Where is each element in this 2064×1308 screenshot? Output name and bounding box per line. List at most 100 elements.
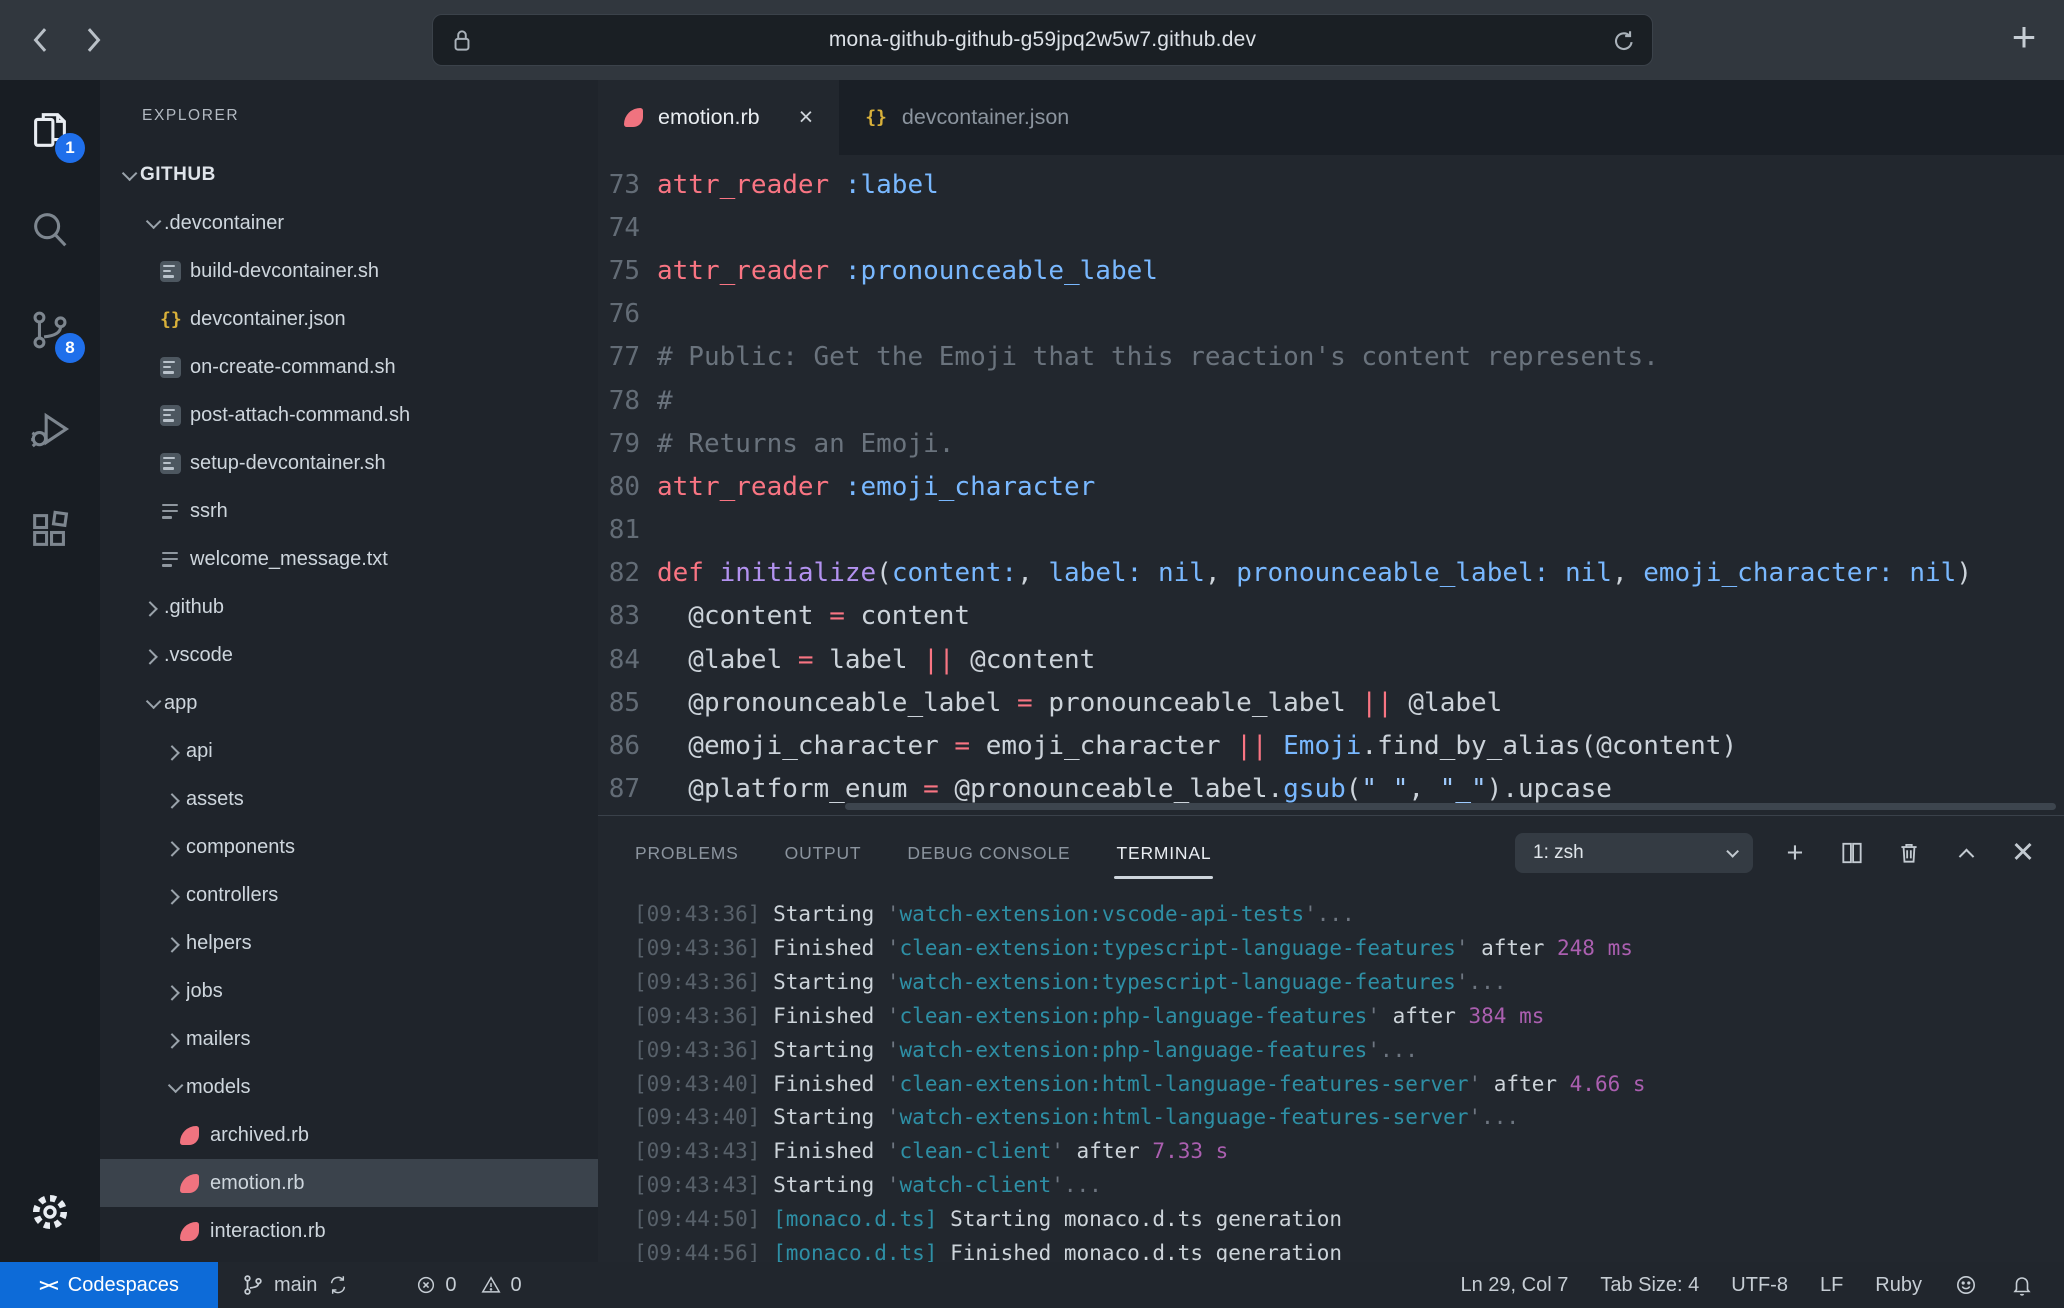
tree-item-interaction.rb[interactable]: interaction.rb xyxy=(100,1207,598,1255)
panel-tab-problems[interactable]: PROBLEMS xyxy=(635,816,739,890)
code-text: @pronounceable_label = pronounceable_lab… xyxy=(657,688,1502,718)
json-file-icon: {} xyxy=(160,309,190,330)
tree-item-GITHUB[interactable]: GITHUB xyxy=(100,151,598,199)
tree-item-on-create-command.sh[interactable]: on-create-command.sh xyxy=(100,343,598,391)
code-lines: 73attr_reader :label 74 75 attr_reader :pro… xyxy=(598,163,2064,815)
panel-tab-terminal[interactable]: TERMINAL xyxy=(1116,816,1211,890)
terminal-shell-select[interactable]: 1: zsh xyxy=(1515,833,1753,873)
tree-item-emotion.rb[interactable]: emotion.rb xyxy=(100,1159,598,1207)
code-line: 73attr_reader :label xyxy=(598,163,2064,206)
tree-item-.vscode[interactable]: .vscode xyxy=(100,631,598,679)
terminal-line: [09:43:43] Starting 'watch-client'... xyxy=(634,1169,2064,1203)
tree-item-setup-devcontainer.sh[interactable]: setup-devcontainer.sh xyxy=(100,439,598,487)
tree-item-ssrh[interactable]: ssrh xyxy=(100,487,598,535)
code-text: @emoji_character = emoji_character || Em… xyxy=(657,731,1737,761)
language-mode-status[interactable]: Ruby xyxy=(1875,1274,1922,1297)
code-line: 74 xyxy=(598,206,2064,249)
panel-tab-output[interactable]: OUTPUT xyxy=(785,816,862,890)
browser-back-button[interactable] xyxy=(24,23,58,57)
eol-status[interactable]: LF xyxy=(1820,1274,1843,1297)
tree-item-label: app xyxy=(164,692,197,715)
code-line: 80attr_reader :emoji_character xyxy=(598,465,2064,508)
tree-item-label: build-devcontainer.sh xyxy=(190,260,379,283)
chevron-down-icon xyxy=(138,218,164,229)
kill-terminal-trash-button[interactable] xyxy=(1894,838,1924,868)
code-line: 88 xyxy=(598,811,2064,815)
tab-devcontainer-json[interactable]: {} devcontainer.json xyxy=(839,80,1095,155)
explorer-badge: 1 xyxy=(55,133,85,163)
maximize-panel-button[interactable] xyxy=(1951,838,1981,868)
code-text: @label = label || @content xyxy=(657,645,1095,675)
terminal-output[interactable]: [09:43:36] Starting 'watch-extension:vsc… xyxy=(598,890,2064,1262)
tree-item-components[interactable]: components xyxy=(100,823,598,871)
activity-bar: 1 8 xyxy=(0,80,100,1262)
terminal-line: [09:43:43] Finished 'clean-client' after… xyxy=(634,1135,2064,1169)
encoding-status[interactable]: UTF-8 xyxy=(1731,1274,1788,1297)
terminal-line: [09:43:40] Starting 'watch-extension:htm… xyxy=(634,1101,2064,1135)
tree-item-label: .devcontainer xyxy=(164,212,284,235)
tab-size-status[interactable]: Tab Size: 4 xyxy=(1600,1274,1699,1297)
tree-item-devcontainer.json[interactable]: {}devcontainer.json xyxy=(100,295,598,343)
tree-item-mailers[interactable]: mailers xyxy=(100,1015,598,1063)
tree-item-.github[interactable]: .github xyxy=(100,583,598,631)
problems-status-button[interactable]: 0 0 xyxy=(415,1274,521,1297)
code-line: 83 @content = content xyxy=(598,595,2064,638)
extensions-activity-button[interactable] xyxy=(0,480,100,580)
close-tab-icon[interactable]: × xyxy=(799,105,814,130)
browser-forward-button[interactable] xyxy=(76,23,110,57)
ruby-file-icon xyxy=(624,108,643,127)
git-branch-button[interactable]: main xyxy=(242,1274,349,1297)
code-text: attr_reader :pronounceable_label xyxy=(657,256,1158,286)
close-panel-button[interactable]: ✕ xyxy=(2008,838,2038,868)
code-text: @platform_enum = @pronounceable_label.gs… xyxy=(657,774,1612,804)
tree-item-models[interactable]: models xyxy=(100,1063,598,1111)
line-number: 78 xyxy=(598,386,640,416)
feedback-smiley-icon[interactable] xyxy=(1954,1273,1978,1297)
chevron-right-icon xyxy=(160,938,186,949)
line-number: 75 xyxy=(598,256,640,286)
warning-icon xyxy=(480,1274,502,1296)
url-text: mona-github-github-g59jpq2w5w7.github.de… xyxy=(829,28,1256,52)
chevron-down-icon xyxy=(114,170,140,181)
panel-tab-debug-console[interactable]: DEBUG CONSOLE xyxy=(907,816,1070,890)
split-terminal-button[interactable] xyxy=(1837,838,1867,868)
tree-item-jobs[interactable]: jobs xyxy=(100,967,598,1015)
code-line: 86 @emoji_character = emoji_character ||… xyxy=(598,724,2064,767)
tree-item-build-devcontainer.sh[interactable]: build-devcontainer.sh xyxy=(100,247,598,295)
browser-toolbar: mona-github-github-g59jpq2w5w7.github.de… xyxy=(0,0,2064,80)
run-debug-activity-button[interactable] xyxy=(0,380,100,480)
tab-emotion-rb[interactable]: emotion.rb × xyxy=(598,80,839,155)
tree-item-controllers[interactable]: controllers xyxy=(100,871,598,919)
line-number: 76 xyxy=(598,299,640,329)
tree-item-helpers[interactable]: helpers xyxy=(100,919,598,967)
chevron-right-icon xyxy=(160,842,186,853)
codespaces-remote-button[interactable]: >< Codespaces xyxy=(0,1262,218,1308)
tree-item-archived.rb[interactable]: archived.rb xyxy=(100,1111,598,1159)
terminal-line: [09:43:36] Finished 'clean-extension:php… xyxy=(634,1000,2064,1034)
address-bar[interactable]: mona-github-github-g59jpq2w5w7.github.de… xyxy=(432,14,1653,66)
notifications-bell-icon[interactable] xyxy=(2010,1273,2034,1297)
tree-item-api[interactable]: api xyxy=(100,727,598,775)
shell-select-value: 1: zsh xyxy=(1533,842,1584,864)
shell-file-icon xyxy=(160,405,181,426)
reload-icon[interactable] xyxy=(1610,27,1638,55)
cursor-position-status[interactable]: Ln 29, Col 7 xyxy=(1460,1274,1568,1297)
tree-item-.devcontainer[interactable]: .devcontainer xyxy=(100,199,598,247)
explorer-activity-button[interactable]: 1 xyxy=(0,80,100,180)
tree-item-app[interactable]: app xyxy=(100,679,598,727)
chevron-down-icon xyxy=(138,698,164,709)
search-activity-button[interactable] xyxy=(0,180,100,280)
settings-gear-button[interactable] xyxy=(0,1162,100,1262)
terminal-line: [09:44:56] [monaco.d.ts] Finished monaco… xyxy=(634,1237,2064,1262)
code-editor[interactable]: 73attr_reader :label 74 75 attr_reader :pro… xyxy=(598,155,2064,815)
line-number: 74 xyxy=(598,213,640,243)
code-line: 75 attr_reader :pronounceable_label xyxy=(598,249,2064,292)
new-terminal-button[interactable]: + xyxy=(1780,838,1810,868)
tree-item-welcome_message.txt[interactable]: welcome_message.txt xyxy=(100,535,598,583)
tree-item-assets[interactable]: assets xyxy=(100,775,598,823)
explorer-title: EXPLORER xyxy=(100,80,598,151)
editor-horizontal-scrollbar[interactable] xyxy=(845,803,2056,810)
new-tab-button[interactable]: + xyxy=(2006,22,2042,58)
source-control-activity-button[interactable]: 8 xyxy=(0,280,100,380)
tree-item-post-attach-command.sh[interactable]: post-attach-command.sh xyxy=(100,391,598,439)
